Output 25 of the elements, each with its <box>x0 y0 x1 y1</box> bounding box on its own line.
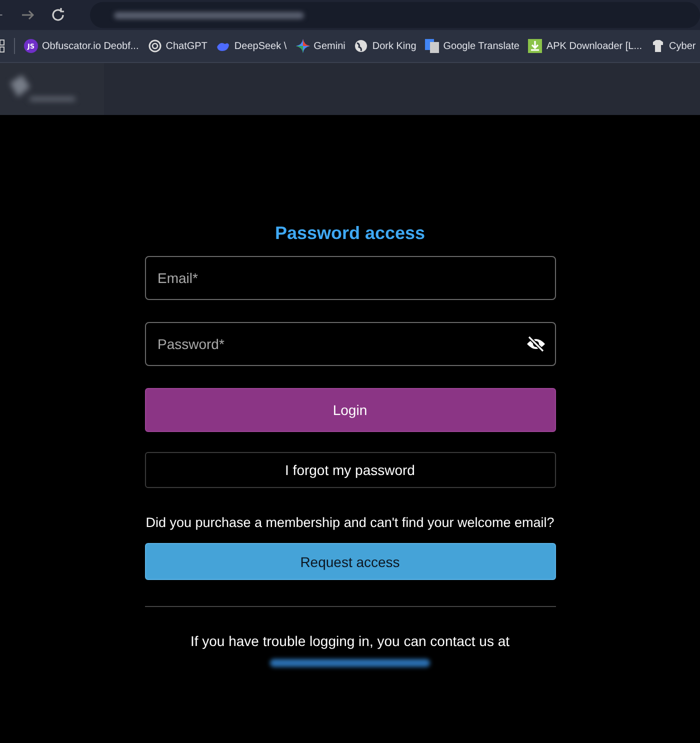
bookmark-icon <box>354 39 368 53</box>
contact-text: If you have trouble logging in, you can contact us at <box>190 633 510 649</box>
bookmark-icon <box>425 39 440 53</box>
bookmark-icon <box>528 39 542 53</box>
bookmark[interactable]: DeepSeek \ <box>209 39 289 53</box>
eye-slash-icon[interactable] <box>526 336 546 352</box>
reload-icon[interactable] <box>50 7 66 23</box>
request-access-button[interactable]: Request access <box>144 543 556 580</box>
bookmark[interactable]: Google Translate <box>418 39 522 53</box>
membership-question: Did you purchase a membership and can't find your welcome email? <box>146 515 554 530</box>
bookmark-icon <box>651 39 666 53</box>
bookmark[interactable]: Gemini <box>288 39 348 53</box>
email-link[interactable] <box>270 659 430 667</box>
apps-icon[interactable] <box>0 39 6 53</box>
email-field[interactable]: Email* <box>144 256 556 300</box>
login-button[interactable]: Login <box>144 388 556 432</box>
bookmark[interactable]: APK Downloader [L... <box>521 39 644 53</box>
bookmark-icon <box>148 39 162 53</box>
forgot-password-button[interactable]: I forgot my password <box>144 452 556 488</box>
bookmark[interactable]: Dork King <box>347 39 418 53</box>
bookmark[interactable]: ChatGPT <box>140 39 210 53</box>
bookmark-icon <box>296 39 310 53</box>
bookmark[interactable]: Cyber <box>644 39 698 53</box>
password-field[interactable]: Password* <box>144 322 556 366</box>
form-title: Password access <box>274 223 426 244</box>
